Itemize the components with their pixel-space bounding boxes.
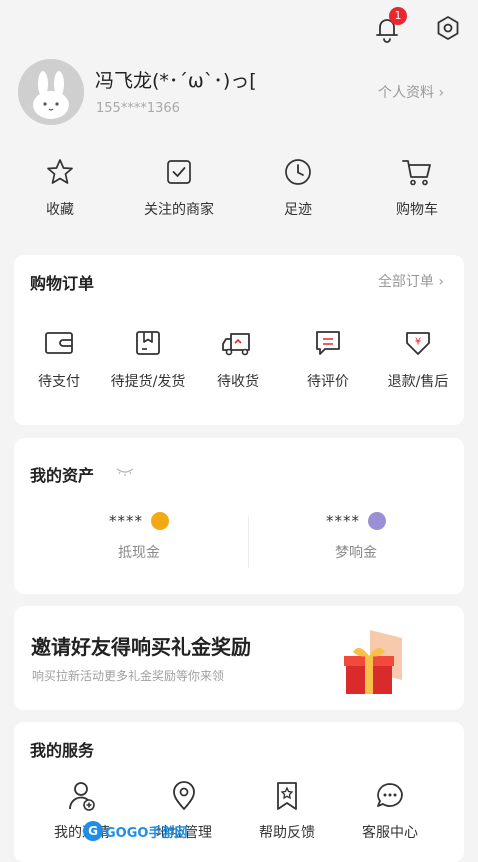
quick-cart[interactable]: 购物车 xyxy=(357,155,477,219)
wallet-icon xyxy=(15,327,103,359)
location-icon xyxy=(134,780,234,812)
truck-icon xyxy=(194,327,282,359)
order-label: 待提货/发货 xyxy=(110,374,186,390)
gold-coin-icon xyxy=(151,512,169,530)
hide-eye-icon[interactable] xyxy=(116,463,134,482)
order-pending-payment[interactable]: 待支付 xyxy=(15,327,103,391)
quick-label: 关注的商家 xyxy=(144,202,214,218)
avatar[interactable] xyxy=(18,59,84,125)
order-pending-receipt[interactable]: 待收货 xyxy=(194,327,282,391)
username: 冯飞龙(*･´ω`･)っ[ xyxy=(95,70,257,92)
notification-badge: 1 xyxy=(389,7,407,25)
order-label: 待收货 xyxy=(217,374,259,390)
quick-history[interactable]: 足迹 xyxy=(238,155,358,219)
quick-label: 足迹 xyxy=(284,202,312,218)
orders-card: 购物订单 全部订单 › 待支付 待提货/发货 待收货 待评价 ¥ 退款/售后 xyxy=(14,255,464,425)
assets-card: 我的资产 **** 抵现金 **** 梦响金 xyxy=(14,438,464,594)
refund-icon: ¥ xyxy=(374,327,462,359)
order-pending-pickup[interactable]: 待提货/发货 xyxy=(104,327,192,391)
watermark-logo-icon: G xyxy=(83,821,103,841)
purple-coin-icon xyxy=(368,512,386,530)
comment-icon xyxy=(284,327,372,359)
clock-icon xyxy=(238,155,358,189)
user-add-icon xyxy=(32,780,132,812)
asset-cash-voucher[interactable]: **** 抵现金 xyxy=(39,512,239,562)
star-icon xyxy=(0,155,120,189)
quick-followed-stores[interactable]: 关注的商家 xyxy=(119,155,239,219)
order-label: 待支付 xyxy=(38,374,80,390)
rabbit-avatar-icon xyxy=(18,59,84,125)
order-label: 待评价 xyxy=(307,374,349,390)
watermark-text: GOGO手游网 xyxy=(105,825,188,841)
all-orders-link[interactable]: 全部订单 › xyxy=(378,271,444,291)
checkbox-icon xyxy=(119,155,239,189)
chat-icon xyxy=(340,780,440,812)
settings-icon[interactable] xyxy=(434,14,462,42)
order-pending-review[interactable]: 待评价 xyxy=(284,327,372,391)
asset-label: 抵现金 xyxy=(118,545,160,561)
cart-icon xyxy=(357,155,477,189)
phone-number: 155****1366 xyxy=(96,101,180,116)
services-card: 我的服务 我的邀请 地址管理 帮助反馈 客服中心 xyxy=(14,722,464,862)
gift-box-icon xyxy=(340,628,414,704)
quick-label: 购物车 xyxy=(396,202,438,218)
bookmark-icon xyxy=(237,780,337,812)
site-watermark: G GOGO手游网 xyxy=(83,818,187,844)
quick-favorites[interactable]: 收藏 xyxy=(0,155,120,219)
quick-label: 收藏 xyxy=(46,202,74,218)
services-title: 我的服务 xyxy=(30,741,95,760)
profile-link[interactable]: 个人资料 › xyxy=(378,82,444,102)
svg-text:¥: ¥ xyxy=(415,337,421,348)
orders-title: 购物订单 xyxy=(30,274,95,293)
service-help-feedback[interactable]: 帮助反馈 xyxy=(237,780,337,842)
asset-divider xyxy=(248,516,249,568)
invite-promo-banner[interactable]: 邀请好友得响买礼金奖励 响买拉新活动更多礼金奖励等你来领 xyxy=(14,606,464,710)
asset-dream-coins[interactable]: **** 梦响金 xyxy=(256,512,456,562)
order-refund[interactable]: ¥ 退款/售后 xyxy=(374,327,462,391)
order-label: 退款/售后 xyxy=(387,374,449,390)
promo-subtitle: 响买拉新活动更多礼金奖励等你来领 xyxy=(32,669,225,683)
asset-value: **** xyxy=(326,512,360,530)
service-customer-center[interactable]: 客服中心 xyxy=(340,780,440,842)
promo-title: 邀请好友得响买礼金奖励 xyxy=(31,635,251,659)
package-icon xyxy=(104,327,192,359)
service-label: 帮助反馈 xyxy=(259,825,315,841)
asset-value: **** xyxy=(109,512,143,530)
assets-title: 我的资产 xyxy=(30,466,95,485)
asset-label: 梦响金 xyxy=(335,545,377,561)
service-label: 客服中心 xyxy=(362,825,418,841)
